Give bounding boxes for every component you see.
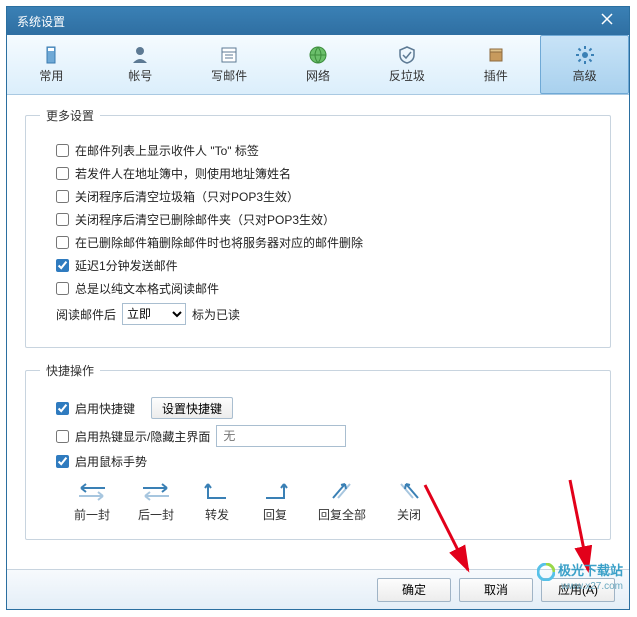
arrow-right-icon bbox=[141, 480, 171, 502]
gesture-next: 后一封 bbox=[138, 480, 174, 523]
gesture-close: 关闭 bbox=[394, 480, 424, 523]
network-icon bbox=[308, 45, 328, 65]
compose-icon bbox=[219, 45, 239, 65]
gesture-prev: 前一封 bbox=[74, 480, 110, 523]
set-hotkey-button[interactable]: 设置快捷键 bbox=[151, 397, 233, 419]
gesture-reply: 回复 bbox=[260, 480, 290, 523]
opt-toggle-main-hotkey[interactable] bbox=[56, 430, 69, 443]
opt-delete-server[interactable] bbox=[56, 236, 69, 249]
opt-clear-deleted[interactable] bbox=[56, 213, 69, 226]
content-area: 更多设置 在邮件列表上显示收件人 "To" 标签 若发件人在地址簿中，则使用地址… bbox=[7, 95, 629, 569]
tab-bar: 常用 帐号 写邮件 网络 反垃圾 插件 高级 bbox=[7, 35, 629, 95]
tab-network[interactable]: 网络 bbox=[274, 35, 363, 94]
tab-account[interactable]: 帐号 bbox=[96, 35, 185, 94]
read-after-select[interactable]: 立即 bbox=[122, 303, 186, 325]
opt-enable-hotkey[interactable] bbox=[56, 402, 69, 415]
plugin-icon bbox=[486, 45, 506, 65]
tab-compose[interactable]: 写邮件 bbox=[185, 35, 274, 94]
opt-show-to[interactable] bbox=[56, 144, 69, 157]
more-settings-group: 更多设置 在邮件列表上显示收件人 "To" 标签 若发件人在地址簿中，则使用地址… bbox=[25, 107, 611, 348]
window-title: 系统设置 bbox=[17, 13, 65, 30]
gesture-list: 前一封 后一封 转发 回复 回复全部 bbox=[74, 480, 596, 523]
quick-actions-legend: 快捷操作 bbox=[40, 362, 100, 379]
advanced-icon bbox=[575, 45, 595, 65]
titlebar: 系统设置 bbox=[7, 7, 629, 35]
cancel-button[interactable]: 取消 bbox=[459, 578, 533, 602]
read-after-label: 阅读邮件后 bbox=[56, 306, 116, 323]
opt-delay-send[interactable] bbox=[56, 259, 69, 272]
tab-spam[interactable]: 反垃圾 bbox=[362, 35, 451, 94]
more-settings-legend: 更多设置 bbox=[40, 107, 100, 124]
gesture-reply-all: 回复全部 bbox=[318, 480, 366, 523]
opt-clear-trash[interactable] bbox=[56, 190, 69, 203]
tab-plugin[interactable]: 插件 bbox=[451, 35, 540, 94]
quick-actions-group: 快捷操作 启用快捷键 设置快捷键 启用热键显示/隐藏主界面 启用鼠标手势 前一封 bbox=[25, 362, 611, 540]
settings-window: 系统设置 常用 帐号 写邮件 网络 反垃圾 插件 bbox=[6, 6, 630, 610]
gesture-close-icon bbox=[394, 480, 424, 502]
opt-plain-text[interactable] bbox=[56, 282, 69, 295]
opt-use-addressbook-name[interactable] bbox=[56, 167, 69, 180]
tab-general[interactable]: 常用 bbox=[7, 35, 96, 94]
read-after-suffix: 标为已读 bbox=[192, 306, 240, 323]
tab-advanced[interactable]: 高级 bbox=[540, 35, 629, 94]
gesture-replyall-icon bbox=[327, 480, 357, 502]
toggle-main-hotkey-input[interactable] bbox=[216, 425, 346, 447]
apply-button[interactable]: 应用(A) bbox=[541, 578, 615, 602]
gesture-reply-icon bbox=[260, 480, 290, 502]
general-icon bbox=[41, 45, 61, 65]
ok-button[interactable]: 确定 bbox=[377, 578, 451, 602]
footer-bar: 确定 取消 应用(A) bbox=[7, 569, 629, 609]
close-icon bbox=[601, 13, 613, 25]
close-button[interactable] bbox=[595, 11, 619, 31]
spam-icon bbox=[397, 45, 417, 65]
arrow-left-icon bbox=[77, 480, 107, 502]
account-icon bbox=[130, 45, 150, 65]
gesture-forward: 转发 bbox=[202, 480, 232, 523]
opt-enable-gesture[interactable] bbox=[56, 455, 69, 468]
gesture-forward-icon bbox=[202, 480, 232, 502]
